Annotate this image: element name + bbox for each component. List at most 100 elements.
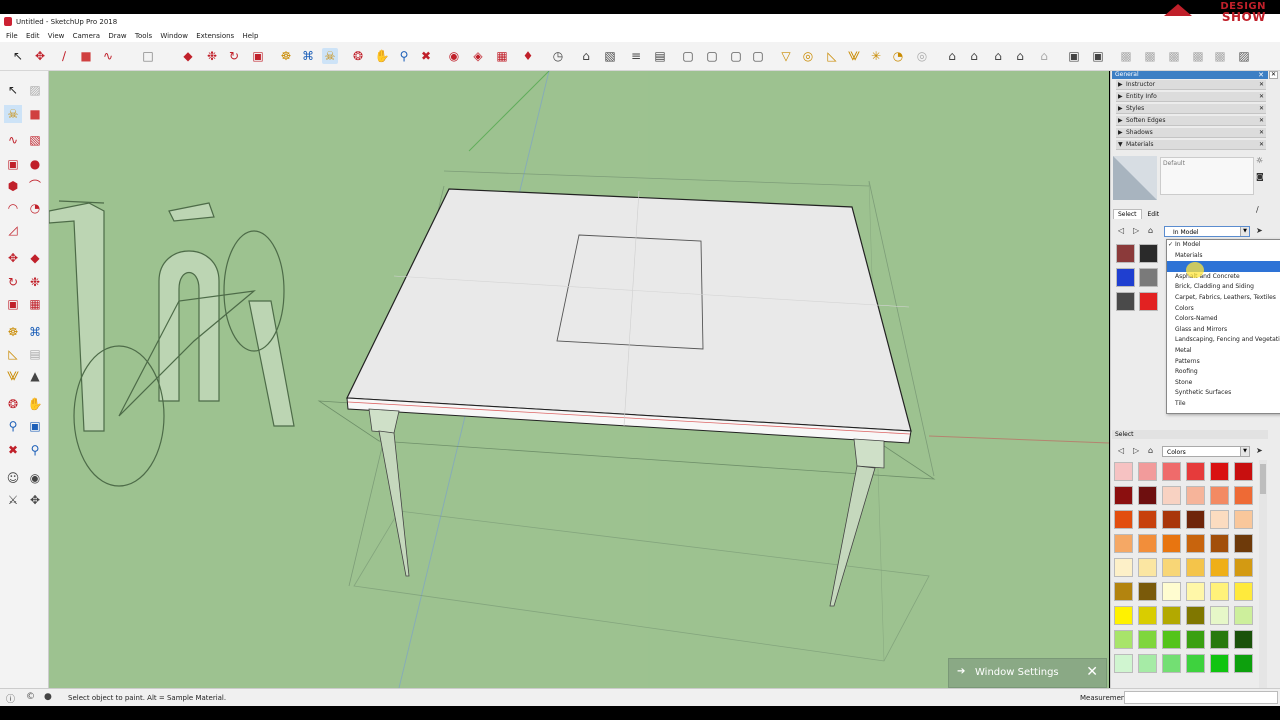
3d-viewport[interactable]: ➔ Window Settings ✕ [49, 71, 1109, 688]
push-pull-icon[interactable]: ◆ [26, 249, 44, 267]
zoom-extents-icon[interactable]: ✖ [4, 441, 22, 459]
forward-arrow-icon[interactable]: ▷ [1133, 446, 1139, 455]
style-5-icon[interactable]: ▩ [1212, 48, 1228, 64]
library-option[interactable]: In Model [1167, 240, 1280, 251]
color-swatch[interactable] [1234, 534, 1253, 553]
protractor-icon[interactable]: ◺ [824, 48, 840, 64]
library-option[interactable]: Asphalt and Concrete [1167, 272, 1280, 283]
section-plane-icon[interactable]: ≡ [628, 48, 644, 64]
pie-tool-icon[interactable]: ◔ [26, 199, 44, 217]
sun-icon[interactable]: ✳ [868, 48, 884, 64]
color-swatch[interactable] [1234, 582, 1253, 601]
arc2-tool-icon[interactable]: ◠ [4, 199, 22, 217]
menu-tools[interactable]: Tools [135, 32, 152, 40]
color-swatch[interactable] [1114, 606, 1133, 625]
timer-icon[interactable]: ◷ [550, 48, 566, 64]
window-settings-toast[interactable]: ➔ Window Settings ✕ [948, 658, 1107, 688]
color-swatch[interactable] [1210, 486, 1229, 505]
zoom-extents-icon[interactable]: ✖ [418, 48, 434, 64]
move-tool-icon[interactable]: ✥ [4, 249, 22, 267]
color-swatch[interactable] [1210, 654, 1229, 673]
3-point-arc-icon[interactable]: ◿ [4, 221, 22, 239]
color-swatch[interactable] [1234, 510, 1253, 529]
color-swatch[interactable] [1234, 630, 1253, 649]
color-swatch[interactable] [1114, 630, 1133, 649]
color-swatch[interactable] [1162, 582, 1181, 601]
rectangle-tool-icon[interactable]: □ [140, 48, 156, 64]
scale-tool-icon[interactable]: ▣ [250, 48, 266, 64]
tray-close-icon[interactable]: ✕ [1269, 71, 1278, 79]
sphere-icon[interactable]: ◎ [800, 48, 816, 64]
color-swatch[interactable] [1210, 534, 1229, 553]
close-icon[interactable]: ✕ [1259, 140, 1264, 150]
tape-measure-icon[interactable]: ☸ [4, 323, 22, 341]
library-option[interactable]: Metal [1167, 346, 1280, 357]
line-tool-icon[interactable]: ∕ [56, 48, 72, 64]
color-swatch[interactable] [1114, 654, 1133, 673]
color-swatch[interactable] [1162, 462, 1181, 481]
color-swatch[interactable] [1114, 582, 1133, 601]
rectangle-tool-icon[interactable]: ▣ [4, 155, 22, 173]
color-swatch[interactable] [1210, 462, 1229, 481]
house-view-icon[interactable]: ⌂ [578, 48, 594, 64]
color-swatch[interactable] [1162, 534, 1181, 553]
walk-icon[interactable]: ⚔ [4, 491, 22, 509]
rotate-tool-icon[interactable]: ↻ [226, 48, 242, 64]
style-2-icon[interactable]: ▩ [1142, 48, 1158, 64]
color-swatch[interactable] [1114, 462, 1133, 481]
shadow-icon[interactable]: ◔ [890, 48, 906, 64]
component-tool-icon[interactable]: ▨ [26, 81, 44, 99]
color-swatch[interactable] [1234, 486, 1253, 505]
paint-bucket-icon[interactable]: ☠ [322, 48, 338, 64]
top-view-icon[interactable]: ⌂ [966, 48, 982, 64]
color-swatch[interactable] [1138, 534, 1157, 553]
scrollbar-thumb[interactable] [1260, 464, 1266, 494]
iso-view-icon[interactable]: ⌂ [944, 48, 960, 64]
color-swatch[interactable] [1234, 462, 1253, 481]
orbit-icon[interactable]: ❂ [4, 395, 22, 413]
library-option[interactable]: Colors-Named [1167, 314, 1280, 325]
pan-hand-icon[interactable]: ✋ [374, 48, 390, 64]
color-swatch[interactable] [1186, 462, 1205, 481]
style-4-icon[interactable]: ▩ [1190, 48, 1206, 64]
eraser-icon[interactable]: ■ [78, 48, 94, 64]
material-name-field[interactable]: Default [1160, 157, 1254, 195]
display-secondary-icon[interactable]: ☼ [1256, 156, 1263, 165]
library-option[interactable]: Landscaping, Fencing and Vegetation [1167, 335, 1280, 346]
tape-measure-icon[interactable]: ☸ [278, 48, 294, 64]
model-swatch[interactable] [1139, 268, 1158, 287]
details-arrow-icon[interactable]: ➤ [1256, 446, 1263, 455]
freehand-tool-icon[interactable]: ▧ [26, 131, 44, 149]
color-swatch[interactable] [1186, 510, 1205, 529]
model-swatch[interactable] [1139, 292, 1158, 311]
back-arrow-icon[interactable]: ◁ [1118, 226, 1124, 235]
extension-warehouse-icon[interactable]: ▦ [494, 48, 510, 64]
color-swatch[interactable] [1138, 606, 1157, 625]
menu-file[interactable]: File [6, 32, 18, 40]
arc-tool-icon[interactable]: ⌒ [26, 177, 44, 195]
tab-edit[interactable]: Edit [1144, 210, 1164, 219]
library-option[interactable]: Tile [1167, 399, 1280, 410]
zoom-window-icon[interactable]: ▣ [26, 417, 44, 435]
panel-instructor[interactable]: ▶ Instructor ✕ [1116, 80, 1266, 90]
section-plane-icon[interactable]: ✥ [26, 491, 44, 509]
color-swatch[interactable] [1186, 534, 1205, 553]
bicycle-and-rack[interactable] [49, 200, 295, 487]
hidden-line-icon[interactable]: ▢ [750, 48, 766, 64]
close-icon[interactable]: ✕ [1086, 664, 1098, 680]
credits-icon[interactable]: © [26, 692, 35, 702]
front-view-icon[interactable]: ⌂ [990, 48, 1006, 64]
warehouse-icon[interactable]: ◉ [446, 48, 462, 64]
color-swatch[interactable] [1210, 582, 1229, 601]
fog-icon[interactable]: ◎ [914, 48, 930, 64]
position-camera-icon[interactable]: ☺ [4, 469, 22, 487]
menu-draw[interactable]: Draw [108, 32, 126, 40]
tab-select[interactable]: Select [1113, 209, 1142, 219]
rotate-tool-icon[interactable]: ↻ [4, 273, 22, 291]
color-swatch[interactable] [1162, 486, 1181, 505]
select-tool-icon[interactable]: ↖ [10, 48, 26, 64]
library-option[interactable]: Carpet, Fabrics, Leathers, Textiles [1167, 293, 1280, 304]
push-pull-icon[interactable]: ◆ [180, 48, 196, 64]
zoom-icon[interactable]: ⚲ [4, 417, 22, 435]
table-top[interactable] [346, 188, 912, 432]
